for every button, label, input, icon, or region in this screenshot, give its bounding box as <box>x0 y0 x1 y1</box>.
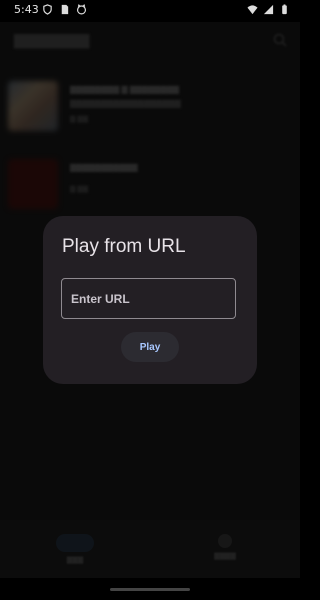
vpn-shield-icon <box>43 4 52 15</box>
signal-icon <box>263 4 274 15</box>
url-input[interactable] <box>61 278 236 319</box>
dialog-title: Play from URL <box>62 236 186 257</box>
sd-card-icon <box>61 4 69 15</box>
status-bar: 5:43 <box>0 0 300 22</box>
status-time: 5:43 <box>14 3 39 16</box>
system-navigation-bar <box>0 578 300 600</box>
wifi-icon <box>247 5 258 15</box>
play-from-url-dialog: Play from URL Play <box>43 216 257 384</box>
battery-icon <box>282 4 287 15</box>
play-button[interactable]: Play <box>121 332 179 362</box>
cat-face-icon <box>76 4 87 15</box>
gesture-handle[interactable] <box>110 588 190 591</box>
